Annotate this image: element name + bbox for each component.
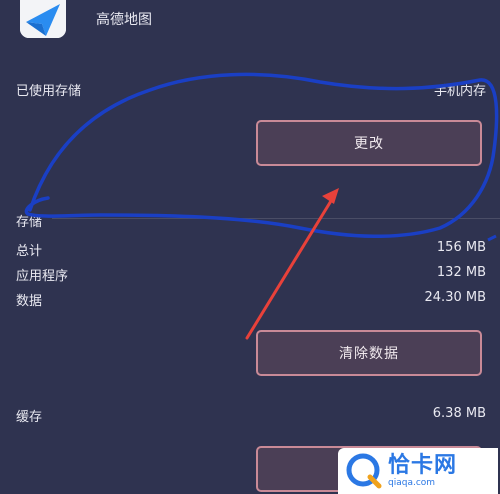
data-size-label: 数据 xyxy=(16,294,43,309)
annotation-overlay xyxy=(24,72,499,340)
cache-value: 6.38 MB xyxy=(432,406,486,421)
app-size-value: 132 MB xyxy=(436,265,486,280)
app-name: 高德地图 xyxy=(96,12,152,28)
used-storage-label: 已使用存储 xyxy=(16,84,82,99)
app-icon xyxy=(20,0,66,38)
change-storage-button[interactable]: 更改 xyxy=(256,120,482,166)
data-size-value: 24.30 MB xyxy=(424,290,486,305)
clear-data-button[interactable]: 清除数据 xyxy=(256,330,482,376)
app-size-label: 应用程序 xyxy=(16,269,69,284)
section-divider xyxy=(52,218,500,219)
watermark-url: qiaqa.com xyxy=(388,477,436,488)
storage-section-label: 存储 xyxy=(16,215,43,230)
watermark-brand: 恰卡网 xyxy=(388,452,458,478)
watermark-logo: 恰卡网 qiaqa.com xyxy=(338,448,498,494)
watermark-q-icon xyxy=(346,453,382,489)
total-value: 156 MB xyxy=(436,240,486,255)
cache-label: 缓存 xyxy=(16,410,43,425)
storage-location-value: 手机内存 xyxy=(433,84,486,99)
amap-navigation-icon xyxy=(20,0,66,38)
total-label: 总计 xyxy=(16,244,43,259)
red-arrow-head xyxy=(322,188,339,204)
